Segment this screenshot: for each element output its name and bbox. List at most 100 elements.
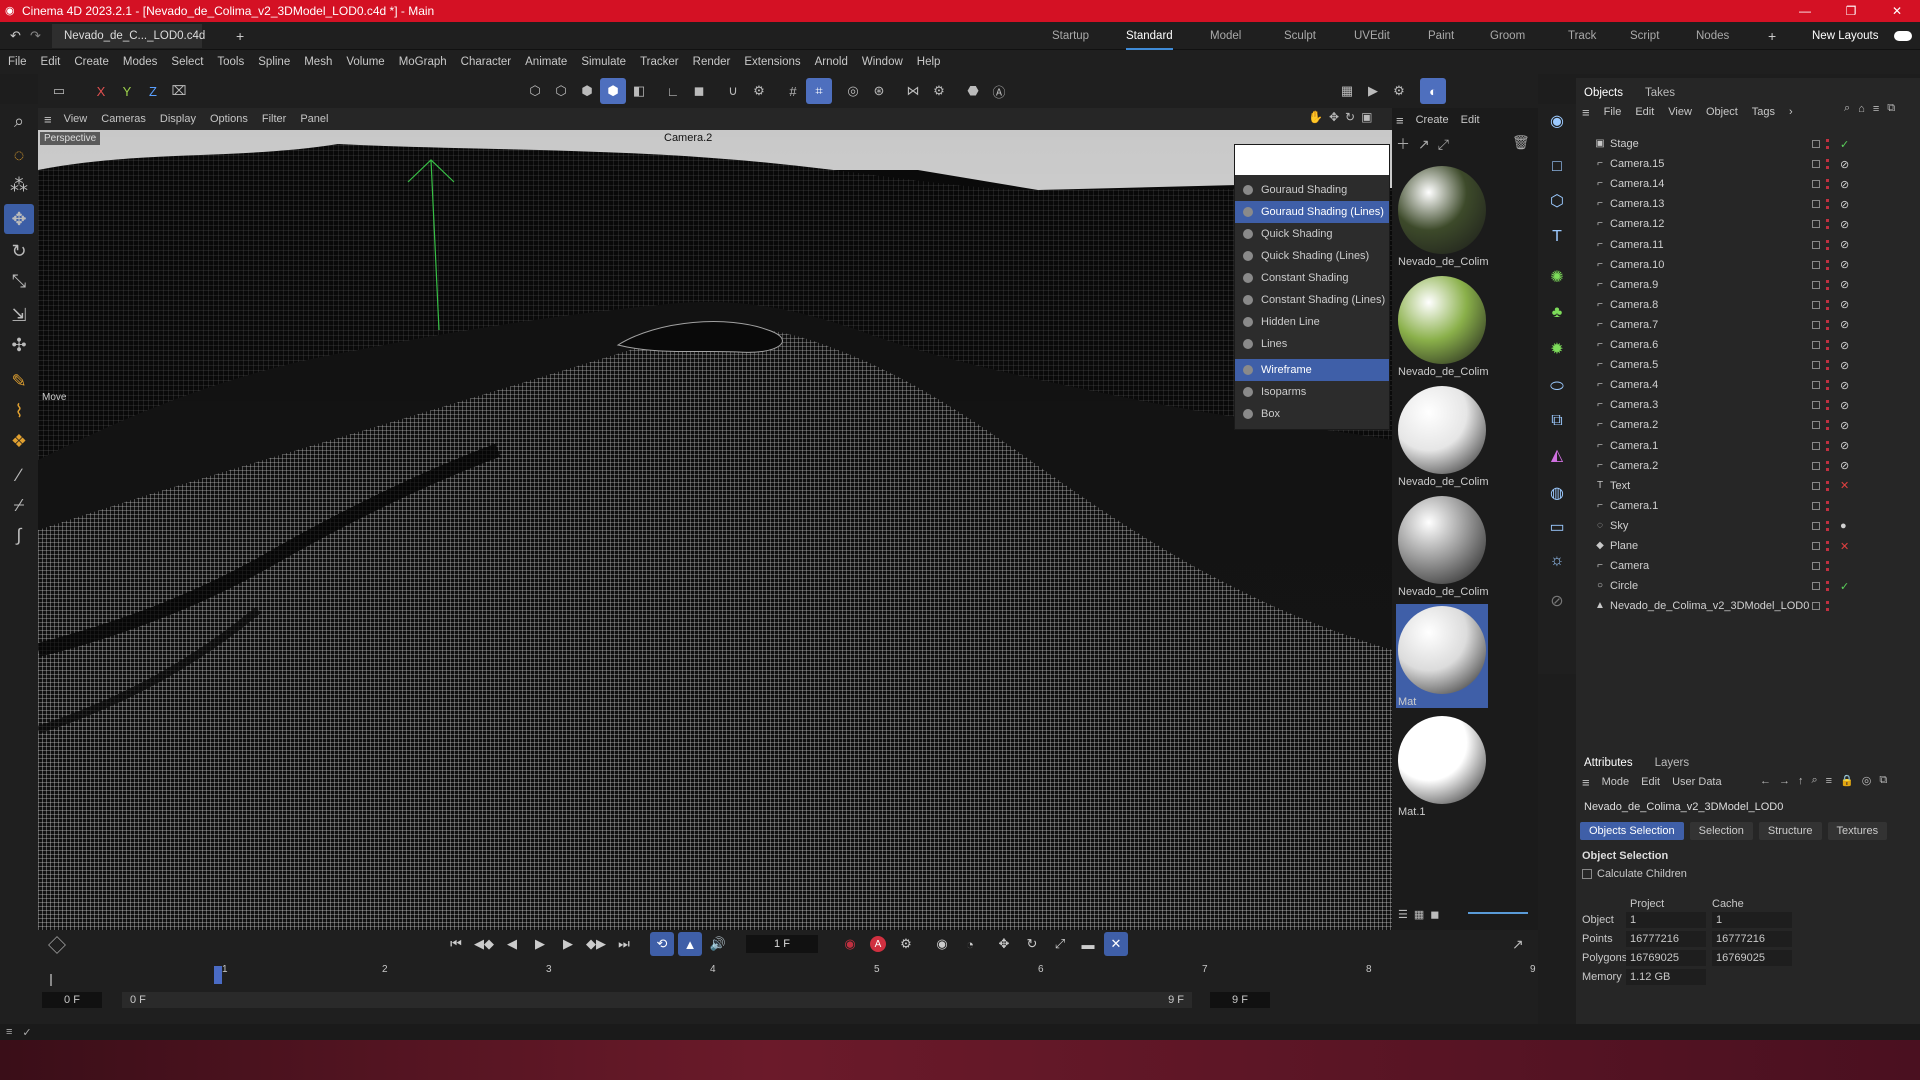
snap-settings-icon[interactable]: ⚙ [746, 78, 772, 104]
object-tag-icon[interactable]: ⊘ [1840, 258, 1849, 271]
go-to-start-icon[interactable]: ⏮ [444, 932, 468, 956]
start-frame-field[interactable]: 0 F [42, 992, 102, 1008]
trash-icon[interactable]: 🗑 [1512, 134, 1530, 151]
layout-tab-uvedit[interactable]: UVEdit [1354, 22, 1390, 50]
render-view-icon[interactable]: ▦ [1334, 78, 1360, 104]
axis-mode-icon[interactable]: ∟ [660, 78, 686, 104]
object-row[interactable]: ▣ Stage ✓ [1576, 134, 1920, 154]
rotate-tool-icon[interactable]: ↻ [4, 236, 34, 266]
record-icon[interactable]: ◉ [838, 932, 862, 956]
render-dots-icon[interactable] [1826, 299, 1830, 310]
visibility-icon[interactable] [1812, 501, 1820, 510]
layout-tab-script[interactable]: Script [1630, 22, 1659, 50]
object-tag-icon[interactable]: ● [1840, 520, 1847, 532]
coordinate-system-icon[interactable]: ⌧ [166, 78, 192, 104]
z-axis-button[interactable]: Z [140, 78, 166, 104]
lock-workplane-icon[interactable]: ⬣ [960, 78, 986, 104]
layout-tab-nodes[interactable]: Nodes [1696, 22, 1729, 50]
calculate-children-checkbox[interactable] [1582, 869, 1592, 879]
object-row[interactable]: ⌐ Camera.10 ⊘ [1576, 255, 1920, 275]
layout-tab-sculpt[interactable]: Sculpt [1284, 22, 1316, 50]
render-dots-icon[interactable] [1826, 520, 1830, 531]
lock-icon[interactable]: 🔒 [1840, 774, 1854, 787]
render-dots-icon[interactable] [1826, 601, 1830, 612]
playhead[interactable] [214, 966, 222, 984]
active-camera-label[interactable]: Camera.2 [664, 132, 712, 144]
visibility-icon[interactable] [1812, 240, 1820, 249]
viewport-menu-icon[interactable]: ≡ [44, 112, 52, 127]
layout-tab-startup[interactable]: Startup [1052, 22, 1089, 50]
new-attr-window-icon[interactable]: ⧉ [1879, 774, 1887, 787]
keyframe-icon[interactable] [48, 936, 66, 954]
menu-create[interactable]: Create [74, 56, 109, 68]
visibility-icon[interactable] [1812, 180, 1820, 189]
minimize-button[interactable]: — [1782, 0, 1828, 22]
add-layout-icon[interactable]: + [1768, 28, 1776, 44]
autokey-icon[interactable]: A [866, 932, 890, 956]
light-icon[interactable]: ☼ [1542, 546, 1572, 576]
grid-icon[interactable]: # [780, 78, 806, 104]
render-dots-icon[interactable] [1826, 179, 1830, 190]
shading-option[interactable]: Hidden Line [1235, 311, 1389, 333]
object-row[interactable]: ⌐ Camera.12 ⊘ [1576, 214, 1920, 234]
object-row[interactable]: T Text ✕ [1576, 476, 1920, 496]
render-dots-icon[interactable] [1826, 319, 1830, 330]
visibility-icon[interactable] [1812, 341, 1820, 349]
material-menu-edit[interactable]: Edit [1461, 114, 1480, 126]
object-tag-icon[interactable]: ⊘ [1840, 278, 1849, 291]
new-window-icon[interactable]: ⧉ [1887, 102, 1895, 115]
expand-icon[interactable]: ⤢ [1438, 136, 1449, 153]
preview-range-bar[interactable]: 0 F 9 F [122, 992, 1192, 1008]
snap-icon[interactable]: ∪ [720, 78, 746, 104]
layout-tab-track[interactable]: Track [1568, 22, 1596, 50]
maximize-view-icon[interactable]: ▣ [1361, 110, 1372, 124]
object-row[interactable]: ⌐ Camera [1576, 556, 1920, 576]
object-row[interactable]: ⌐ Camera.11 ⊘ [1576, 235, 1920, 255]
render-dots-icon[interactable] [1826, 159, 1830, 170]
search-objects-icon[interactable]: ⌕ [1844, 102, 1850, 115]
attribute-menu-icon[interactable]: ≡ [1582, 775, 1590, 790]
visibility-icon[interactable] [1812, 481, 1820, 490]
end-frame-field[interactable]: 9 F [1210, 992, 1270, 1008]
texture-mode-icon[interactable]: ◼ [686, 78, 712, 104]
object-row[interactable]: ○ Circle ✓ [1576, 576, 1920, 596]
soft-selection-icon[interactable]: ◎ [840, 78, 866, 104]
object-tag-icon[interactable]: ⊘ [1840, 218, 1849, 231]
visibility-icon[interactable] [1812, 220, 1820, 229]
layout-tab-paint[interactable]: Paint [1428, 22, 1454, 50]
key-position-icon[interactable]: ◉ [930, 932, 954, 956]
menu-tools[interactable]: Tools [217, 56, 244, 68]
obj-menu-tags[interactable]: Tags [1752, 106, 1775, 118]
render-dots-icon[interactable] [1826, 541, 1830, 551]
attr-mode-button[interactable]: Objects Selection [1580, 822, 1684, 840]
tag-icon[interactable]: ⊘ [1542, 586, 1572, 616]
symmetry-icon[interactable]: ⋈ [900, 78, 926, 104]
menu-modes[interactable]: Modes [123, 56, 158, 68]
go-to-end-icon[interactable]: ⏭ [612, 932, 636, 956]
render-dots-icon[interactable] [1826, 239, 1830, 250]
sculpt-tool-icon[interactable]: ∫ [4, 520, 34, 550]
object-tag-icon[interactable]: ⊘ [1840, 198, 1849, 211]
object-row[interactable]: ◆ Plane ✕ [1576, 536, 1920, 556]
search-attr-icon[interactable]: ⌕ [1812, 774, 1818, 787]
visibility-icon[interactable] [1812, 320, 1820, 329]
camera-palette-icon[interactable]: ◉ [1542, 106, 1572, 136]
filter-icon[interactable]: ≡ [1873, 103, 1879, 115]
text-tool-icon[interactable]: T [1542, 222, 1572, 252]
object-menu-icon[interactable]: ≡ [1582, 105, 1590, 120]
object-tag-icon[interactable]: ⊘ [1840, 238, 1849, 251]
shading-option[interactable]: Isoparms [1235, 381, 1389, 403]
back-icon[interactable]: ← [1760, 775, 1771, 787]
key-rotation-icon[interactable]: ◔ [958, 932, 982, 956]
maximize-button[interactable]: ❐ [1828, 0, 1874, 22]
object-tag-icon[interactable]: ⊘ [1840, 439, 1849, 452]
paint-brush-icon[interactable]: ∕ [4, 460, 34, 490]
menu-extensions[interactable]: Extensions [744, 56, 800, 68]
viewport-menu-filter[interactable]: Filter [262, 113, 286, 125]
layout-tab-groom[interactable]: Groom [1490, 22, 1525, 50]
target-icon[interactable]: ◎ [1862, 774, 1872, 787]
menu-window[interactable]: Window [862, 56, 903, 68]
object-row[interactable]: ◌ Sky ● [1576, 516, 1920, 536]
environment-icon[interactable]: ◍ [1542, 478, 1572, 508]
prev-key-icon[interactable]: ◀◆ [472, 932, 496, 956]
